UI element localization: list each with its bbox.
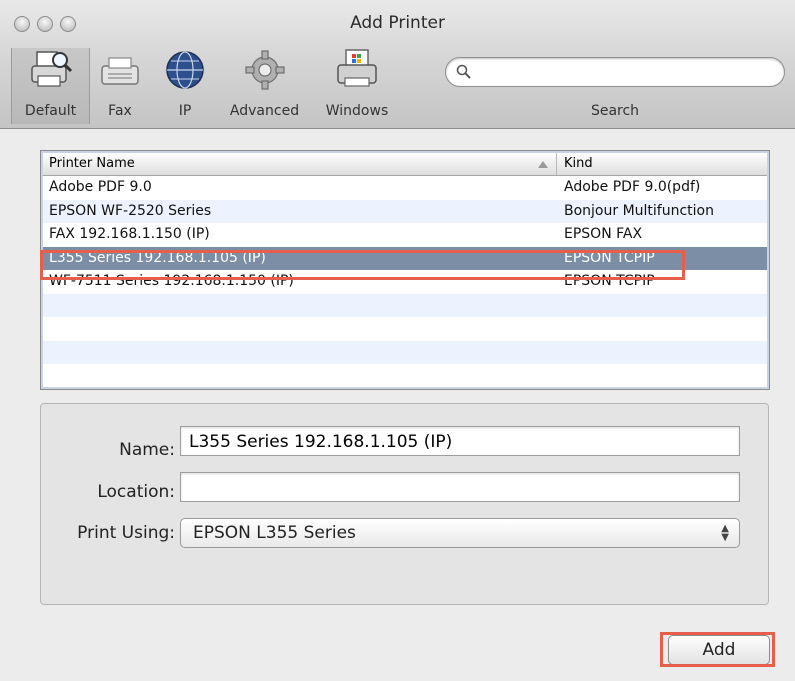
printer-row[interactable]: EPSON WF-2520 Series Bonjour Multifuncti… [43,199,767,223]
print-using-select[interactable]: EPSON L355 Series ▲ ▼ [180,518,740,548]
printer-name-cell: FAX 192.168.1.150 (IP) [49,226,210,242]
location-input[interactable] [187,476,731,500]
selected-row-highlight-annotation [40,250,685,280]
location-label: Location: [97,482,175,502]
name-label: Name: [119,440,175,460]
name-input[interactable] [187,430,731,454]
up-down-arrows-icon: ▲ ▼ [721,523,729,543]
printer-kind-cell: EPSON FAX [564,226,643,242]
list-header: Printer Name Kind [43,153,767,176]
window-title: Add Printer [350,13,445,33]
location-field[interactable] [180,472,740,502]
printer-name-cell: EPSON WF-2520 Series [49,202,212,219]
windows-printer-icon [337,49,377,87]
search-icon [456,64,471,79]
toolbar-advanced[interactable]: Advanced [222,48,307,124]
printer-rows: Adobe PDF 9.0 Adobe PDF 9.0(pdf) EPSON W… [43,176,767,388]
toolbar-fax-label: Fax [108,103,132,119]
toolbar-advanced-label: Advanced [229,103,300,119]
toolbar: Add Printer Default Fax IP Advanced Wind… [0,0,795,129]
printer-name-cell: Adobe PDF 9.0 [49,179,152,195]
printer-kind-cell: Adobe PDF 9.0(pdf) [564,179,701,195]
name-field[interactable] [180,426,740,456]
add-button-highlight-annotation [660,632,775,667]
search-input[interactable] [476,61,776,85]
add-printer-window: Add Printer Default Fax IP Advanced Wind… [0,0,795,681]
empty-row [43,340,767,364]
toolbar-default[interactable]: Default [11,48,90,124]
toolbar-windows[interactable]: Windows [317,48,397,124]
gear-icon [244,50,285,90]
search-label: Search [590,103,640,119]
search-field[interactable] [445,57,785,87]
toolbar-default-label: Default [24,103,77,119]
printer-row[interactable]: Adobe PDF 9.0 Adobe PDF 9.0(pdf) [43,176,767,200]
column-header-kind-label: Kind [564,156,593,171]
empty-row [43,293,767,317]
printer-row[interactable]: FAX 192.168.1.150 (IP) EPSON FAX [43,223,767,247]
print-using-label: Print Using: [77,523,175,543]
globe-icon [166,51,204,89]
printer-magnifier-icon [30,51,72,87]
empty-row [43,317,767,341]
toolbar-fax[interactable]: Fax [95,48,145,124]
toolbar-ip-label: IP [178,103,192,119]
toolbar-ip[interactable]: IP [160,48,210,124]
sort-ascending-icon [538,161,548,168]
empty-row [43,364,767,388]
column-header-kind[interactable]: Kind [558,153,774,178]
toolbar-windows-label: Windows [325,103,389,119]
column-header-printer-name[interactable]: Printer Name [43,153,557,175]
print-using-value: EPSON L355 Series [193,523,356,543]
printer-kind-cell: Bonjour Multifunction [564,202,714,219]
column-header-printer-name-label: Printer Name [49,156,135,171]
fax-icon [101,57,139,85]
